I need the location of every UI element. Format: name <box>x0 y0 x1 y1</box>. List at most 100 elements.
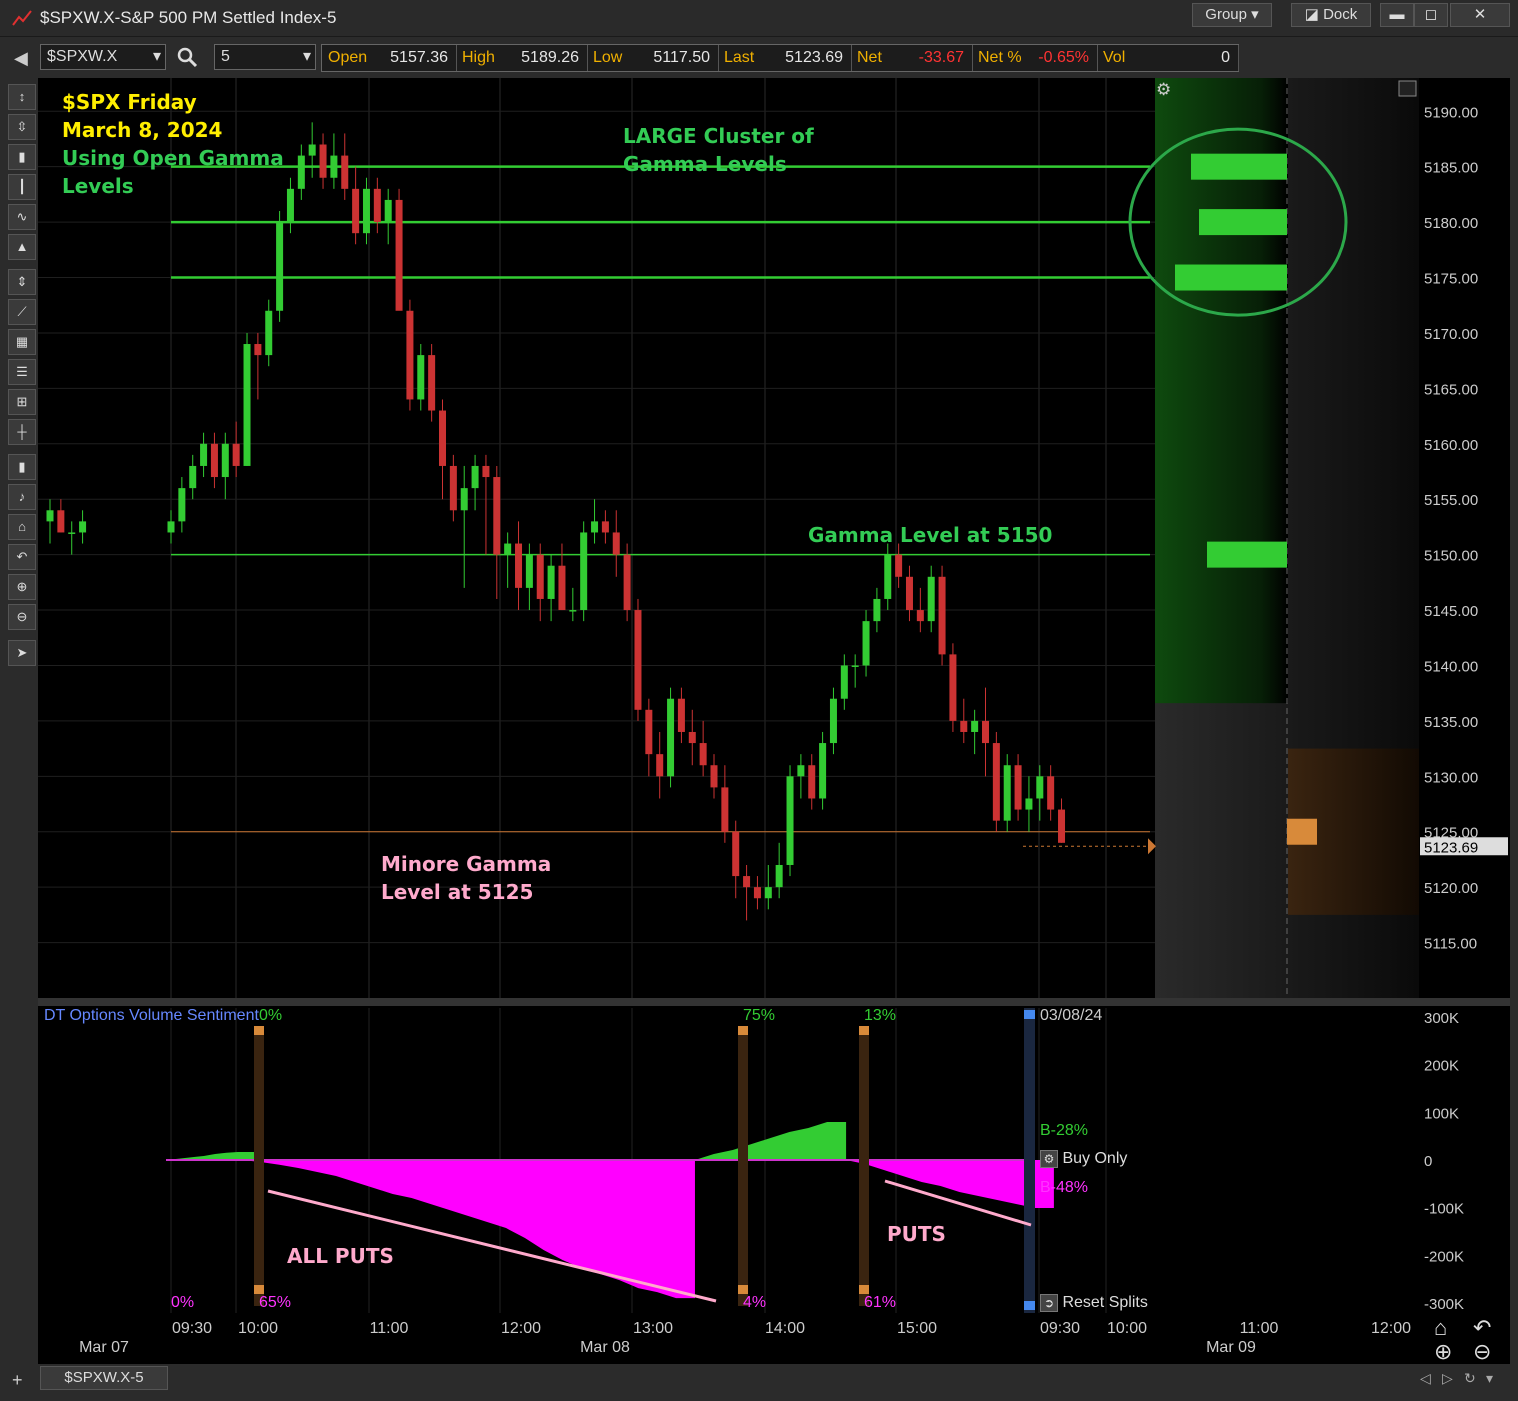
reset-splits-label: Reset Splits <box>1062 1294 1148 1311</box>
candle-body <box>884 554 892 599</box>
candle-body <box>732 831 740 877</box>
undo-icon[interactable]: ↶ <box>1473 1315 1491 1340</box>
minor-gamma-bar <box>1287 818 1317 845</box>
candle-body <box>439 410 446 466</box>
menu-icon[interactable] <box>1398 80 1417 97</box>
quote-label: Vol <box>1103 49 1126 66</box>
scale-icon[interactable]: ▮ <box>8 454 36 480</box>
y-tick-label: 5155.00 <box>1424 492 1478 509</box>
split-marker[interactable] <box>859 1026 869 1306</box>
cross-cursor-icon[interactable]: ⇳ <box>8 114 36 140</box>
search-icon[interactable] <box>176 46 198 68</box>
candle-body <box>395 199 403 311</box>
split-handle-bottom[interactable] <box>254 1285 264 1294</box>
y-tick-label: 5140.00 <box>1424 658 1478 675</box>
home-icon[interactable]: ⌂ <box>1434 1315 1447 1340</box>
split-marker[interactable] <box>738 1026 748 1306</box>
candle-body <box>373 188 381 223</box>
pointer-icon[interactable]: ➤ <box>8 640 36 666</box>
quote-value: 5157.36 <box>390 49 448 66</box>
session-handle-top[interactable] <box>1024 1010 1035 1019</box>
candle-body <box>667 698 675 777</box>
candle-body <box>808 765 816 799</box>
maximize-button[interactable]: ◻ <box>1414 3 1448 27</box>
symbol-input[interactable]: $SPXW.X ▾ <box>40 44 166 70</box>
trend-icon[interactable]: ⟋ <box>8 299 36 325</box>
line-icon[interactable]: ∿ <box>8 204 36 230</box>
candle-body <box>982 720 989 744</box>
buy-only-label: Buy Only <box>1062 1150 1128 1167</box>
split-handle-top[interactable] <box>254 1026 264 1035</box>
bottom-bar <box>0 1365 1518 1401</box>
annotation-date: March 8, 2024 <box>62 118 223 142</box>
time-tick-label: 11:00 <box>370 1320 409 1337</box>
candle-body <box>341 155 349 189</box>
candle-body <box>1025 798 1033 810</box>
home-icon[interactable]: ⌂ <box>8 514 36 540</box>
quote-cell-low: Low 5117.50 <box>587 45 719 71</box>
zoom-out-icon[interactable]: ⊖ <box>8 604 36 630</box>
panel-separator[interactable] <box>38 998 1510 1006</box>
split-marker[interactable] <box>254 1026 264 1306</box>
tab-prev-icon[interactable]: ◁ <box>1420 1370 1431 1387</box>
area-icon[interactable]: ▲ <box>8 234 36 260</box>
candle-body <box>1058 809 1066 843</box>
candle-body <box>167 521 175 533</box>
zoom-in-icon[interactable]: ⊕ <box>8 574 36 600</box>
candle-body <box>851 665 859 667</box>
minimize-button[interactable]: ▬ <box>1380 3 1414 27</box>
tab-next-icon[interactable]: ▷ <box>1442 1370 1453 1387</box>
sentiment-y-tick: 300K <box>1424 1010 1459 1027</box>
gear-icon[interactable]: ⚙ <box>1156 80 1171 99</box>
bar-icon[interactable]: ┃ <box>8 174 36 200</box>
group-button[interactable]: Group ▾ <box>1192 3 1272 27</box>
grid-icon[interactable]: ▦ <box>8 329 36 355</box>
annotation-title: $SPX Friday <box>62 90 197 114</box>
split-top-percent: 0% <box>259 1007 283 1024</box>
add-tab-icon[interactable]: + <box>12 1370 23 1391</box>
quote-label: Last <box>724 49 755 66</box>
close-button[interactable]: ✕ <box>1450 3 1510 27</box>
split-handle-bottom[interactable] <box>738 1285 748 1294</box>
quote-label: Open <box>328 49 368 66</box>
candle-icon[interactable]: ▮ <box>8 144 36 170</box>
chart-app-icon <box>12 10 32 26</box>
zoom-in-icon[interactable]: ⊕ <box>1434 1339 1452 1364</box>
candle-body <box>601 521 609 533</box>
collapse-left-icon[interactable]: ◀ <box>14 48 28 69</box>
current-session-marker[interactable] <box>1024 1008 1035 1313</box>
annotation-gamma-5150: Gamma Level at 5150 <box>808 523 1053 547</box>
chevron-down-icon[interactable]: ▾ <box>1486 1370 1493 1387</box>
symbol-value: $SPXW.X <box>47 48 118 65</box>
split-handle-top[interactable] <box>859 1026 869 1035</box>
chevron-down-icon[interactable]: ▾ <box>153 45 161 69</box>
note-icon[interactable]: ♪ <box>8 484 36 510</box>
candle-body <box>57 510 65 533</box>
dock-button[interactable]: ◪ Dock <box>1291 3 1371 27</box>
refresh-icon[interactable]: ↻ <box>1464 1370 1476 1387</box>
sentiment-y-tick: -200K <box>1424 1248 1464 1265</box>
reset-splits-button[interactable]: ➲ Reset Splits <box>1040 1294 1148 1312</box>
quote-cell-high: High 5189.26 <box>456 45 588 71</box>
undo-icon[interactable]: ↶ <box>8 544 36 570</box>
chart-tab[interactable]: $SPXW.X-5 <box>40 1366 168 1390</box>
cross-icon[interactable]: ┼ <box>8 419 36 445</box>
annotation-subtitle: Using Open Gamma <box>62 146 284 170</box>
split-handle-top[interactable] <box>738 1026 748 1035</box>
candle-body <box>1003 765 1011 821</box>
candle-body <box>895 554 903 577</box>
buy-only-button[interactable]: ⚙ Buy Only <box>1040 1150 1127 1168</box>
session-handle-bottom[interactable] <box>1024 1301 1035 1310</box>
zoom-out-icon[interactable]: ⊖ <box>1473 1339 1491 1364</box>
cursor-move-icon[interactable]: ↕ <box>8 84 36 110</box>
y-tick-label: 5185.00 <box>1424 160 1478 177</box>
fit-icon[interactable]: ⇕ <box>8 269 36 295</box>
chart-area[interactable]: 5190.00 5185.00 5180.00 5175.00 5170.00 5165.… <box>38 78 1510 1364</box>
split-handle-bottom[interactable] <box>859 1285 869 1294</box>
candle-body <box>384 199 392 223</box>
table-icon[interactable]: ☰ <box>8 359 36 385</box>
chevron-down-icon[interactable]: ▾ <box>303 45 311 69</box>
grid-small-icon[interactable]: ⊞ <box>8 389 36 415</box>
candle-body <box>1036 776 1044 799</box>
interval-input[interactable]: 5 ▾ <box>214 44 316 70</box>
